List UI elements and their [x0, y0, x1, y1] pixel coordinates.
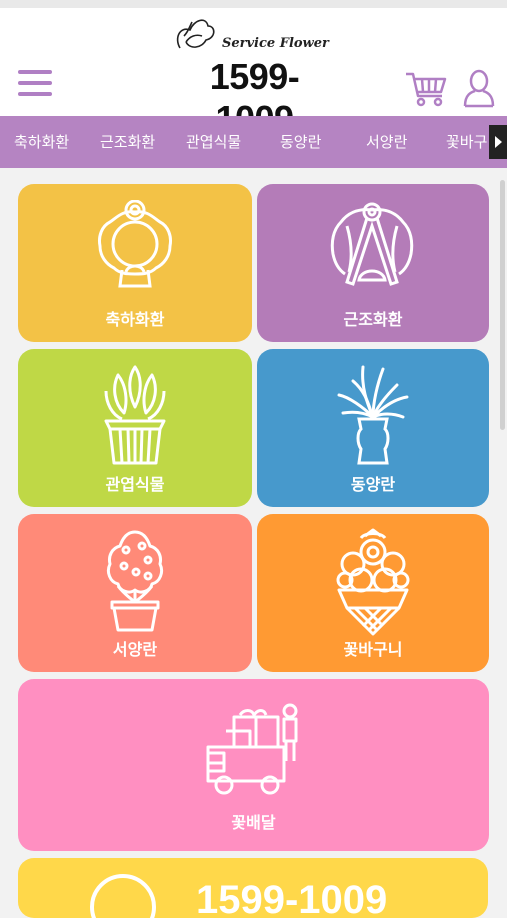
tile-flower-delivery[interactable]: 꽃배달: [18, 679, 489, 851]
app-header: Service Flower 1599-1009: [0, 0, 507, 139]
tile-funeral-wreath[interactable]: 근조화환: [257, 184, 489, 342]
tile-label: 동양란: [350, 475, 396, 494]
cart-icon[interactable]: [404, 68, 448, 108]
brand-logo[interactable]: Service Flower: [172, 14, 342, 58]
category-tab-funeral[interactable]: 근조화환: [100, 116, 155, 168]
tile-label: 서양란: [112, 640, 158, 659]
delivery-truck-icon: [206, 703, 298, 795]
category-tab-western-orchid[interactable]: 서양란: [366, 116, 407, 168]
call-banner[interactable]: 1599-1009: [18, 858, 488, 918]
user-icon[interactable]: [462, 68, 496, 108]
wreath-icon: [98, 200, 172, 288]
tile-western-orchid[interactable]: 서양란: [18, 514, 252, 672]
category-tab-foliage[interactable]: 관엽식물: [186, 116, 241, 168]
funeral-wreath-icon: [330, 202, 414, 286]
flower-basket-icon: [336, 528, 410, 636]
call-banner-number: 1599-1009: [196, 878, 388, 918]
tile-celebration-wreath[interactable]: 축하화환: [18, 184, 252, 342]
tile-foliage-plant[interactable]: 관엽식물: [18, 349, 252, 507]
category-tab-oriental-orchid[interactable]: 동양란: [280, 116, 321, 168]
category-nav: 축하화환 근조화환 관엽식물 동양란 서양란 꽃바구: [0, 116, 507, 168]
tile-label: 관엽식물: [105, 475, 165, 494]
foliage-plant-icon: [104, 365, 166, 465]
tile-label: 꽃바구니: [343, 640, 403, 659]
scrollbar[interactable]: [500, 180, 505, 430]
hamburger-menu-icon[interactable]: [18, 70, 52, 100]
tile-label: 축하화환: [105, 310, 165, 329]
tile-flower-basket[interactable]: 꽃바구니: [257, 514, 489, 672]
brand-name: Service Flower: [222, 36, 329, 51]
phone-icon: [90, 874, 156, 918]
orchid-icon: [337, 365, 409, 465]
category-tab-flower-basket[interactable]: 꽃바구: [446, 116, 487, 168]
western-orchid-icon: [106, 530, 164, 632]
tile-label: 근조화환: [343, 310, 403, 329]
scroll-right-arrow-icon[interactable]: [489, 125, 507, 159]
category-tab-celebration[interactable]: 축하화환: [14, 116, 69, 168]
tile-oriental-orchid[interactable]: 동양란: [257, 349, 489, 507]
flower-logo-icon: [176, 19, 215, 49]
tile-label: 꽃배달: [231, 813, 276, 832]
